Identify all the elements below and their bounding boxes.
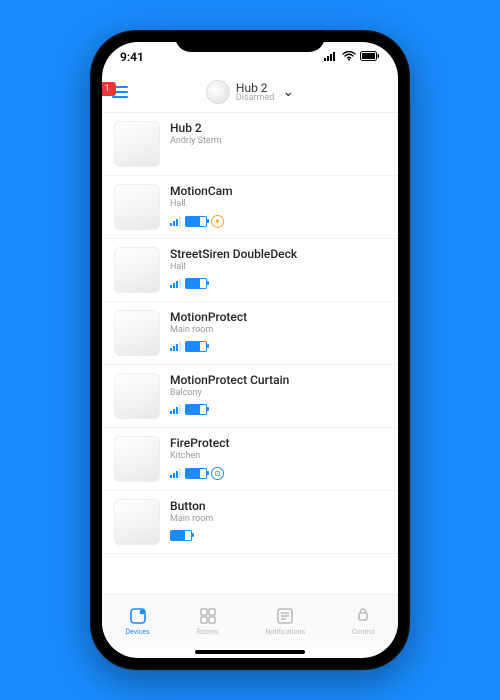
tab-rooms[interactable]: Rooms [196, 606, 218, 636]
device-status-icons [170, 530, 386, 541]
device-name: StreetSiren DoubleDeck [170, 247, 386, 261]
tab-notifs[interactable]: Notifications [265, 606, 305, 636]
device-room: Kitchen [170, 451, 386, 461]
device-status-icons: ✦ [170, 215, 386, 228]
hub-label: Hub 2 Disarmed [236, 82, 274, 103]
tab-label: Control [352, 628, 375, 636]
device-thumbnail [114, 247, 160, 293]
rooms-icon [198, 606, 218, 626]
device-room: Main room [170, 514, 386, 524]
device-thumbnail [114, 373, 160, 419]
status-right [324, 50, 380, 64]
notch [175, 30, 325, 52]
cellular-icon [324, 50, 338, 64]
signal-icon [170, 405, 181, 414]
device-info: MotionProtect CurtainBalcony [170, 373, 386, 415]
device-row[interactable]: MotionCamHall ✦ [102, 176, 398, 239]
device-row[interactable]: MotionProtect CurtainBalcony [102, 365, 398, 428]
device-name: MotionProtect Curtain [170, 373, 386, 387]
device-info: ButtonMain room [170, 499, 386, 541]
notification-badge[interactable]: 1 [102, 82, 116, 96]
battery-icon [185, 468, 207, 479]
control-icon [353, 606, 373, 626]
devices-icon [128, 606, 148, 626]
device-status-icons: ⊙ [170, 467, 386, 480]
tab-bar: Devices Rooms Notifications Control [102, 594, 398, 647]
tab-control[interactable]: Control [352, 606, 375, 636]
screen: 9:41 Hub 2 Disa [102, 42, 398, 658]
home-indicator [195, 650, 305, 654]
signal-icon [170, 217, 181, 226]
device-thumbnail [114, 436, 160, 482]
warning-icon: ✦ [211, 215, 224, 228]
device-name: FireProtect [170, 436, 386, 450]
wifi-icon [342, 50, 356, 64]
chevron-down-icon: ⌄ [282, 84, 294, 100]
device-room: Hall [170, 199, 386, 209]
battery-icon [185, 341, 207, 352]
battery-icon [185, 216, 207, 227]
hub-avatar-icon [206, 80, 230, 104]
device-status-icons [170, 404, 386, 415]
device-name: MotionCam [170, 184, 386, 198]
hub-state: Disarmed [236, 94, 274, 103]
device-list[interactable]: Hub 2Andriy StermMotionCamHall✦StreetSir… [102, 113, 398, 594]
device-name: Hub 2 [170, 121, 386, 135]
notifs-icon [275, 606, 295, 626]
signal-icon [170, 342, 181, 351]
device-room: Balcony [170, 388, 386, 398]
tab-label: Devices [125, 628, 149, 636]
device-row[interactable]: ButtonMain room [102, 491, 398, 554]
device-info: MotionCamHall ✦ [170, 184, 386, 228]
battery-icon [360, 50, 380, 64]
device-name: Button [170, 499, 386, 513]
device-room: Hall [170, 262, 386, 272]
signal-icon [170, 279, 181, 288]
device-info: StreetSiren DoubleDeckHall [170, 247, 386, 289]
battery-icon [185, 278, 207, 289]
device-thumbnail [114, 121, 160, 167]
hub-name: Hub 2 [236, 82, 274, 94]
device-row[interactable]: StreetSiren DoubleDeckHall [102, 239, 398, 302]
status-icon: ⊙ [211, 467, 224, 480]
device-info: Hub 2Andriy Sterm [170, 121, 386, 152]
device-thumbnail [114, 499, 160, 545]
tab-devices[interactable]: Devices [125, 606, 149, 636]
device-thumbnail [114, 184, 160, 230]
device-row[interactable]: FireProtectKitchen ⊙ [102, 428, 398, 491]
device-status-icons [170, 341, 386, 352]
device-info: MotionProtectMain room [170, 310, 386, 352]
device-info: FireProtectKitchen ⊙ [170, 436, 386, 480]
tab-label: Notifications [265, 628, 305, 636]
battery-icon [185, 404, 207, 415]
battery-icon [170, 530, 192, 541]
device-thumbnail [114, 310, 160, 356]
clock: 9:41 [120, 50, 144, 64]
device-name: MotionProtect [170, 310, 386, 324]
device-room: Main room [170, 325, 386, 335]
device-row[interactable]: MotionProtectMain room [102, 302, 398, 365]
device-status-icons [170, 278, 386, 289]
phone-frame: 9:41 Hub 2 Disa [90, 30, 410, 670]
device-row[interactable]: Hub 2Andriy Sterm [102, 113, 398, 176]
device-room: Andriy Sterm [170, 136, 386, 146]
signal-icon [170, 469, 181, 478]
hub-selector[interactable]: Hub 2 Disarmed ⌄ [206, 80, 294, 104]
tab-label: Rooms [196, 628, 218, 636]
app-header: Hub 2 Disarmed ⌄ [102, 72, 398, 113]
